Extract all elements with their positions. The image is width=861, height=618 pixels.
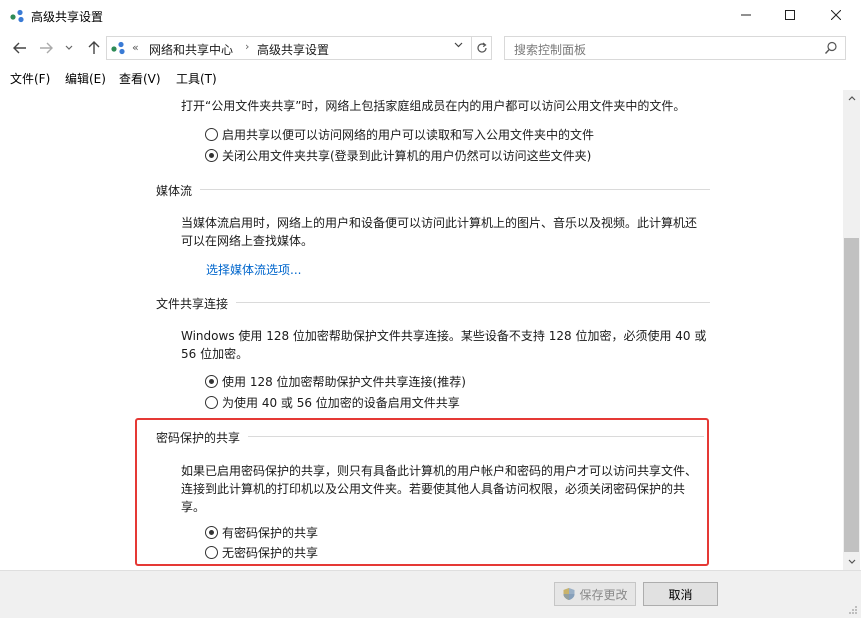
back-button[interactable] (10, 38, 30, 58)
chevron-down-icon (848, 559, 855, 564)
menu-file[interactable]: 文件(F) (10, 70, 50, 87)
menu-edit[interactable]: 编辑(E) (65, 70, 106, 87)
save-button-label: 保存更改 (579, 587, 628, 602)
search-icon[interactable] (824, 41, 838, 55)
radio-encryption-128-label[interactable]: 使用 128 位加密帮助保护文件共享连接(推荐) (222, 373, 466, 390)
radio-encryption-40-56-label[interactable]: 为使用 40 或 56 位加密的设备启用文件共享 (222, 394, 460, 411)
search-box[interactable]: 搜索控制面板 (504, 36, 846, 60)
search-input[interactable]: 搜索控制面板 (514, 41, 586, 58)
minimize-icon (741, 14, 751, 16)
network-icon (111, 41, 125, 55)
forward-arrow-icon (40, 42, 53, 54)
recent-locations-button[interactable] (62, 38, 76, 58)
highlight-box (135, 418, 709, 566)
menu-bar: 文件(F) 编辑(E) 查看(V) 工具(T) (0, 66, 861, 88)
save-button[interactable]: 保存更改 (554, 582, 636, 606)
cancel-button-label: 取消 (668, 587, 693, 602)
cancel-button[interactable]: 取消 (643, 582, 718, 606)
title-bar: 高级共享设置 (0, 0, 861, 32)
network-icon (10, 9, 24, 23)
media-streaming-heading: 媒体流 (156, 184, 193, 198)
footer-bar: 保存更改 取消 (0, 570, 861, 618)
minimize-button[interactable] (723, 0, 769, 30)
section-divider (236, 302, 710, 303)
scroll-up-button[interactable] (843, 90, 860, 107)
chevron-down-icon (454, 42, 463, 48)
breadcrumb-separator[interactable]: › (245, 40, 249, 53)
menu-view[interactable]: 查看(V) (119, 70, 161, 87)
media-streaming-options-link[interactable]: 选择媒体流选项... (206, 261, 301, 278)
media-streaming-description-line-1: 当媒体流启用时，网络上的用户和设备便可以访问此计算机上的图片、音乐以及视频。此计… (181, 216, 698, 230)
navigation-bar: « 网络和共享中心 › 高级共享设置 搜索控制面板 (0, 32, 861, 64)
address-dropdown[interactable] (454, 40, 463, 51)
maximize-icon (785, 10, 795, 20)
forward-button[interactable] (36, 38, 56, 58)
scroll-down-button[interactable] (843, 553, 860, 570)
radio-public-enable-label[interactable]: 启用共享以便可以访问网络的用户可以读取和写入公用文件夹中的文件 (222, 126, 594, 143)
file-sharing-heading: 文件共享连接 (156, 297, 229, 311)
uac-shield-icon (563, 588, 575, 600)
window-title: 高级共享设置 (31, 10, 104, 24)
chevron-down-icon (65, 45, 73, 50)
scroll-thumb[interactable] (844, 238, 859, 552)
refresh-button[interactable] (471, 37, 492, 59)
refresh-icon (477, 42, 487, 53)
chevron-up-icon (848, 96, 855, 101)
vertical-scrollbar[interactable] (843, 90, 860, 570)
radio-public-disable[interactable] (205, 149, 218, 162)
up-button[interactable] (84, 38, 104, 58)
public-folder-description: 打开“公用文件夹共享”时，网络上包括家庭组成员在内的用户都可以访问公用文件夹中的… (181, 99, 686, 113)
radio-public-disable-label[interactable]: 关闭公用文件夹共享(登录到此计算机的用户仍然可以访问这些文件夹) (222, 147, 591, 164)
breadcrumb-advanced-sharing[interactable]: 高级共享设置 (257, 41, 329, 58)
address-bar[interactable]: « 网络和共享中心 › 高级共享设置 (106, 36, 492, 60)
breadcrumb-overflow[interactable]: « (132, 41, 139, 54)
section-divider (200, 189, 710, 190)
back-arrow-icon (13, 42, 26, 54)
file-sharing-description-line-2: 56 位加密。 (181, 347, 249, 361)
radio-public-enable[interactable] (205, 128, 218, 141)
close-button[interactable] (813, 0, 859, 30)
breadcrumb-network-center[interactable]: 网络和共享中心 (149, 41, 233, 58)
up-arrow-icon (88, 41, 100, 54)
menu-tools[interactable]: 工具(T) (176, 70, 217, 87)
resize-grip-icon[interactable] (848, 605, 858, 615)
file-sharing-description-line-1: Windows 使用 128 位加密帮助保护文件共享连接。某些设备不支持 128… (181, 329, 707, 343)
radio-encryption-128[interactable] (205, 375, 218, 388)
close-icon (831, 10, 841, 20)
maximize-button[interactable] (767, 0, 813, 30)
radio-encryption-40-56[interactable] (205, 396, 218, 409)
media-streaming-description-line-2: 可以在网络上查找媒体。 (181, 234, 314, 248)
